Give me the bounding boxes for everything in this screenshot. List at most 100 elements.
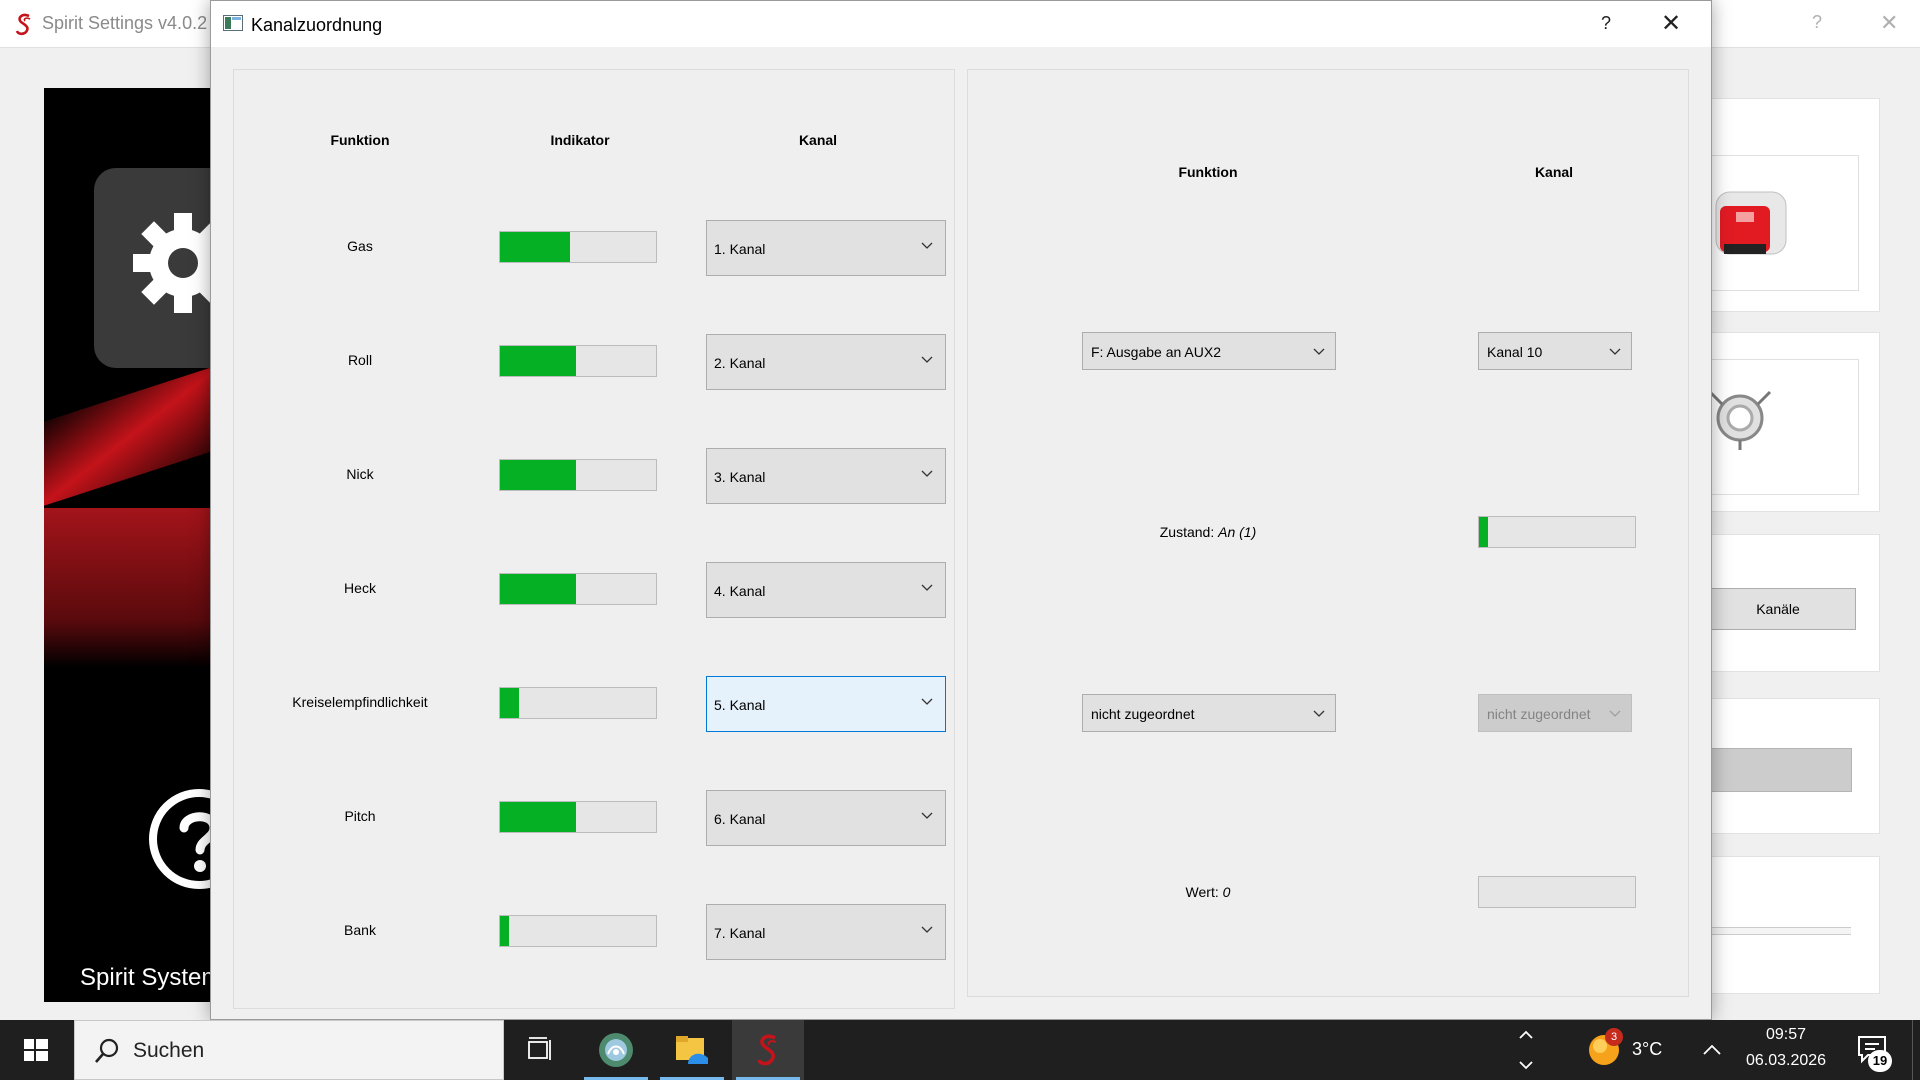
dialog-titlebar: Kanalzuordnung ? ✕ (211, 1, 1711, 47)
channel-select-kreiselempfindlichkeit[interactable]: 5. Kanal (706, 676, 946, 732)
indicator-fill (500, 460, 577, 490)
chevron-down-icon (921, 926, 933, 933)
function-label-bank: Bank (344, 922, 376, 938)
background-help-button[interactable]: ? (1812, 12, 1822, 33)
receiver-device-icon (1715, 191, 1787, 255)
taskbar-app-explorer[interactable] (656, 1020, 728, 1080)
channel-select-gas[interactable]: 1. Kanal (706, 220, 946, 276)
red-band-decoration (44, 508, 214, 668)
indicator-bar-heck (499, 573, 657, 605)
mounting-card (1700, 332, 1880, 512)
state-readout: Zustand: An (1) (1108, 524, 1308, 540)
chevron-down-icon (1609, 710, 1621, 717)
weather-alert-badge: 3 (1605, 1028, 1623, 1046)
kanaele-button[interactable]: Kanäle (1700, 588, 1856, 630)
channel-mapping-panel: Funktion Indikator Kanal Gas 1. Kanal Roll… (233, 69, 955, 1009)
aux-function-panel: Funktion Kanal F: Ausgabe an AUX2 Kanal … (967, 69, 1689, 997)
background-slider-track[interactable] (1701, 927, 1851, 935)
state-label: Zustand: (1159, 524, 1215, 540)
indicator-fill (500, 688, 519, 718)
function-label-gas: Gas (347, 238, 373, 254)
background-sidebar: Spirit System (44, 88, 214, 1002)
dialog-title: Kanalzuordnung (251, 15, 383, 35)
bottom-card (1700, 856, 1880, 994)
background-close-button[interactable]: ✕ (1880, 10, 1898, 36)
state-value: An (1) (1218, 524, 1257, 540)
chevron-down-icon (921, 812, 933, 819)
sidebar-brand-label: Spirit System (80, 964, 214, 991)
chevron-down-icon (1313, 348, 1325, 355)
aux-channel-select-value: Kanal 10 (1487, 344, 1543, 360)
clock-date[interactable]: 06.03.2026 (1736, 1052, 1836, 1070)
function2-select[interactable]: nicht zugeordnet (1082, 694, 1336, 732)
chevron-down-icon (1609, 348, 1621, 355)
indicator-fill (500, 346, 577, 376)
search-icon (95, 1038, 119, 1063)
window-icon (223, 15, 243, 31)
channel-select-value: 7. Kanal (714, 925, 766, 941)
chevron-down-icon (921, 470, 933, 477)
indicator-bar-bank (499, 915, 657, 947)
value-indicator (1478, 876, 1636, 908)
chevron-down-icon (921, 242, 933, 249)
function-select-value: F: Ausgabe an AUX2 (1091, 344, 1221, 360)
chevron-down-icon (921, 698, 933, 705)
windows-taskbar: Suchen 3 3°C 09:57 06.03.2026 19 (0, 1020, 1920, 1080)
value-label: Wert: (1185, 884, 1219, 900)
windows-start-icon[interactable] (0, 1020, 72, 1080)
background-progress-bar (1700, 748, 1852, 792)
header-funktion: Funktion (330, 132, 390, 148)
function2-select-value: nicht zugeordnet (1091, 706, 1195, 722)
taskbar-app-spirit-settings[interactable] (732, 1020, 804, 1080)
background-app-title: Spirit Settings v4.0.2 (42, 13, 208, 33)
background-right-column: Kanäle (1700, 98, 1900, 1000)
notification-count-badge: 19 (1868, 1050, 1892, 1072)
chevron-up-icon[interactable] (1700, 1038, 1724, 1062)
channel-select-value: 4. Kanal (714, 583, 766, 599)
help-circle-icon[interactable] (144, 784, 214, 894)
task-view-icon (528, 1037, 551, 1060)
mounting-image-frame (1701, 359, 1859, 495)
device-image-frame (1701, 155, 1859, 291)
channel-select-roll[interactable]: 2. Kanal (706, 334, 946, 390)
spirit-logo-icon (15, 13, 31, 36)
gear-icon (133, 213, 214, 313)
channel-select-nick[interactable]: 3. Kanal (706, 448, 946, 504)
file-explorer-icon (676, 1036, 708, 1064)
header-indikator: Indikator (550, 132, 610, 148)
taskbar-app-network[interactable] (580, 1020, 652, 1080)
task-view-button[interactable] (504, 1020, 576, 1080)
header-funktion-right: Funktion (1178, 164, 1238, 180)
red-swoosh-decoration (44, 349, 214, 507)
show-desktop-button[interactable] (1912, 1020, 1920, 1080)
taskbar-scroll-arrows-icon[interactable] (1516, 1026, 1536, 1074)
aux-channel-select[interactable]: Kanal 10 (1478, 332, 1632, 370)
indicator-bar-nick (499, 459, 657, 491)
channel-select-pitch[interactable]: 6. Kanal (706, 790, 946, 846)
function-label-pitch: Pitch (344, 808, 376, 824)
chevron-down-icon (1313, 710, 1325, 717)
function-select[interactable]: F: Ausgabe an AUX2 (1082, 332, 1336, 370)
clock-time[interactable]: 09:57 (1746, 1026, 1826, 1044)
indicator-fill (500, 916, 510, 946)
channel-assignment-dialog: Kanalzuordnung ? ✕ Funktion Indikator Ka… (210, 0, 1712, 1020)
indicator-bar-kreiselempfindlichkeit (499, 687, 657, 719)
chevron-down-icon (921, 356, 933, 363)
network-globe-icon (599, 1033, 633, 1067)
channel-select-heck[interactable]: 4. Kanal (706, 562, 946, 618)
header-kanal: Kanal (798, 132, 838, 148)
indicator-fill (500, 802, 577, 832)
value-value: 0 (1222, 884, 1231, 900)
channel-select-value: 6. Kanal (714, 811, 766, 827)
dialog-close-button[interactable]: ✕ (1661, 9, 1681, 38)
channel-select-bank[interactable]: 7. Kanal (706, 904, 946, 960)
weather-temperature[interactable]: 3°C (1632, 1039, 1662, 1060)
dialog-help-button[interactable]: ? (1601, 13, 1611, 34)
function-label-heck: Heck (344, 580, 376, 596)
indicator-bar-gas (499, 231, 657, 263)
indicator-bar-pitch (499, 801, 657, 833)
function-label-nick: Nick (346, 466, 374, 482)
indicator-fill (500, 574, 577, 604)
value-readout: Wert: 0 (1108, 884, 1308, 900)
taskbar-search-box[interactable]: Suchen (74, 1020, 504, 1080)
